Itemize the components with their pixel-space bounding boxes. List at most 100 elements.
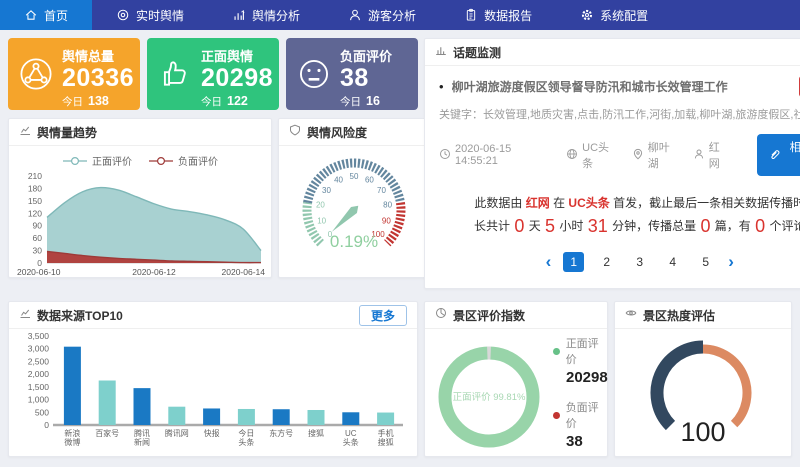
svg-text:腾讯: 腾讯 (134, 428, 150, 438)
panel-title: 话题监测 (453, 44, 501, 61)
svg-text:搜狐: 搜狐 (378, 437, 394, 447)
pagination-next[interactable]: › (728, 252, 734, 272)
svg-text:20: 20 (316, 200, 325, 209)
tab-label: 舆情分析 (252, 7, 300, 24)
kpi-today-value: 122 (227, 94, 248, 108)
location-pin-icon (632, 148, 644, 163)
kpi-value: 20298 (201, 65, 271, 93)
related-data-button[interactable]: 相关数据 (757, 134, 800, 176)
kpi-today-label: 今日 (340, 96, 361, 108)
tab-label: 系统配置 (600, 7, 648, 24)
clock-icon (439, 148, 451, 163)
topic-source: UC头条 (566, 139, 618, 171)
topic-source-text: UC头条 (582, 139, 618, 171)
svg-text:微博: 微博 (64, 437, 80, 447)
svg-text:180: 180 (28, 183, 42, 193)
tab-sentiment-analysis[interactable]: 舆情分析 (208, 0, 324, 30)
home-icon (24, 8, 38, 22)
page-button[interactable]: 3 (629, 252, 650, 272)
page-button[interactable]: 4 (662, 252, 683, 272)
share-network-icon (17, 55, 55, 98)
pagination-prev[interactable]: ‹ (546, 252, 552, 272)
svg-text:2,500: 2,500 (28, 356, 50, 366)
thumb-up-icon (156, 55, 194, 98)
svg-text:0: 0 (44, 420, 49, 430)
svg-text:新闻: 新闻 (134, 437, 150, 447)
svg-text:210: 210 (28, 171, 42, 181)
svg-text:30: 30 (33, 246, 43, 256)
heat-gauge-chart: 100 (615, 329, 791, 457)
neutral-face-icon (295, 55, 333, 98)
kpi-today-value: 16 (366, 94, 380, 108)
topic-author-text: 红网 (709, 139, 729, 171)
svg-text:90: 90 (382, 216, 391, 225)
svg-text:2020-06-14: 2020-06-14 (222, 267, 265, 277)
svg-text:腾讯网: 腾讯网 (165, 428, 189, 438)
bar-chart-icon (435, 43, 447, 61)
svg-text:新浪: 新浪 (64, 428, 80, 438)
tab-home[interactable]: 首页 (0, 0, 92, 30)
heat-panel: 景区热度评估 100 (614, 301, 792, 457)
svg-text:120: 120 (28, 208, 42, 218)
more-button[interactable]: 更多 (359, 305, 407, 326)
report-icon (464, 8, 478, 22)
kpi-today: 今日122 (201, 94, 271, 109)
svg-text:2020-06-10: 2020-06-10 (17, 267, 61, 277)
svg-text:2,000: 2,000 (28, 369, 50, 379)
trend-panel: 舆情量趋势 正面评价负面评价 03060901201501802102020-0… (8, 118, 272, 278)
tab-label: 游客分析 (368, 7, 416, 24)
svg-text:1,000: 1,000 (28, 395, 50, 405)
legend-dot (553, 348, 560, 355)
tab-system-settings[interactable]: 系统配置 (556, 0, 672, 30)
topic-summary: 此数据由 红网 在 UC头条 首发，截止最后一条相关数据传播时长共计 0 天 5… (469, 192, 800, 239)
tab-label: 首页 (44, 7, 68, 24)
rating-panel: 景区评价指数 正面评价 99.81% 正面评价20298负面评价38 (424, 301, 608, 457)
kpi-today: 今日138 (62, 94, 132, 109)
panel-title: 舆情风险度 (307, 124, 367, 141)
gear-icon (580, 8, 594, 22)
trend-legend: 正面评价 负面评价 (9, 146, 271, 168)
topic-time: 2020-06-15 14:55:21 (439, 143, 552, 167)
page-button[interactable]: 5 (695, 252, 716, 272)
sources-panel: 数据来源TOP10 更多 05001,0001,5002,0002,5003,0… (8, 301, 418, 457)
kpi-title: 负面评价 (340, 46, 410, 65)
svg-text:手机: 手机 (378, 428, 394, 438)
svg-text:1,500: 1,500 (28, 382, 50, 392)
svg-text:快报: 快报 (204, 428, 220, 438)
kpi-title: 正面舆情 (201, 46, 271, 65)
svg-text:百家号: 百家号 (95, 428, 119, 438)
rating-donut-chart: 正面评价 99.81% (433, 339, 545, 460)
legend-item[interactable]: 负面评价 (148, 153, 218, 168)
analysis-chart-icon (232, 8, 246, 22)
tab-label: 数据报告 (484, 7, 532, 24)
svg-text:70: 70 (377, 186, 386, 195)
list-bullet: • (439, 79, 444, 94)
target-icon (116, 8, 130, 22)
person-icon (693, 148, 705, 163)
pagination: ‹ 12345 › (439, 252, 800, 272)
topics-panel: 话题监测 • 柳叶湖旅游度假区领导督导防汛和城市长效管理工作 负面 关键字：长效… (424, 38, 800, 289)
legend-item: 负面评价38 (553, 399, 608, 450)
kpi-card-negative: 负面评价 38 今日16 (286, 38, 418, 110)
topic-place: 柳叶湖 (632, 139, 679, 171)
related-data-label: 相关数据 (785, 139, 800, 171)
kpi-value: 20336 (62, 65, 132, 93)
topic-title-link[interactable]: 柳叶湖旅游度假区领导督导防汛和城市长效管理工作 (452, 78, 791, 95)
risk-panel: 舆情风险度 01020304050607080901000.19% (278, 118, 430, 278)
tab-visitor-analysis[interactable]: 游客分析 (324, 0, 440, 30)
page-button[interactable]: 2 (596, 252, 617, 272)
kpi-title: 舆情总量 (62, 46, 132, 65)
eye-icon (625, 306, 637, 324)
top-navbar: 首页 实时舆情 舆情分析 游客分析 数据报告 系统配置 (0, 0, 800, 30)
trend-chart-icon (19, 306, 31, 324)
svg-text:150: 150 (28, 196, 42, 206)
topic-time-text: 2020-06-15 14:55:21 (455, 143, 552, 167)
page-button[interactable]: 1 (563, 252, 584, 272)
tab-realtime-sentiment[interactable]: 实时舆情 (92, 0, 208, 30)
legend-item[interactable]: 正面评价 (62, 153, 132, 168)
panel-title: 景区评价指数 (453, 307, 525, 324)
panel-title: 景区热度评估 (643, 307, 715, 324)
tab-data-report[interactable]: 数据报告 (440, 0, 556, 30)
svg-text:30: 30 (322, 186, 331, 195)
svg-text:100: 100 (680, 417, 725, 447)
